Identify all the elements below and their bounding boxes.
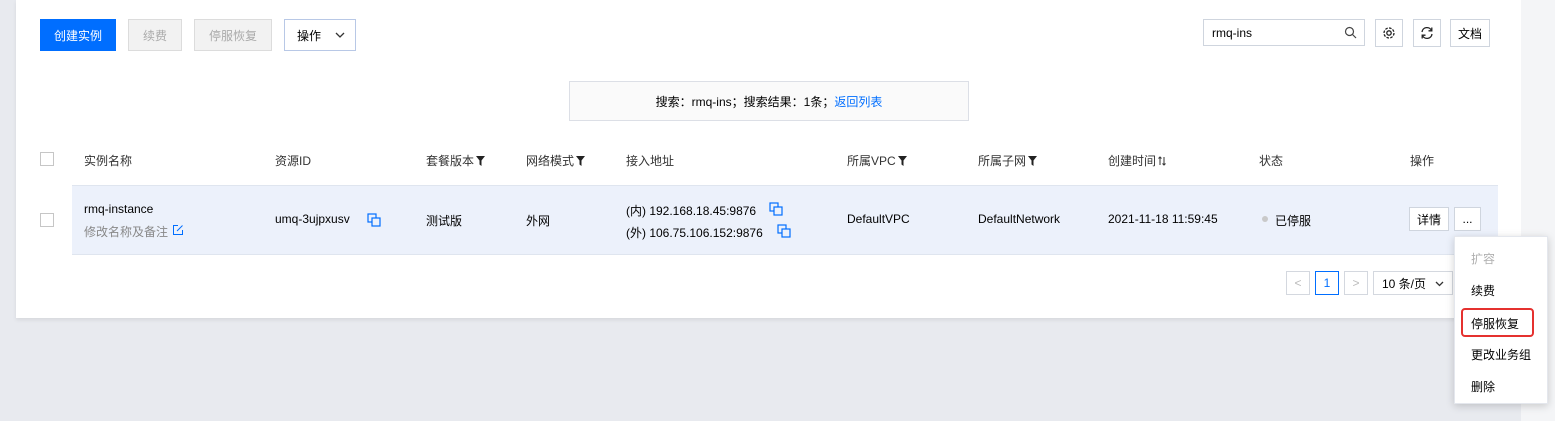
package-version: 测试版 — [426, 214, 463, 228]
menu-item-scale-up: 扩容 — [1471, 252, 1496, 266]
edit-note-link[interactable]: 修改名称及备注 — [84, 223, 168, 240]
search-icon[interactable] — [1344, 26, 1357, 39]
search-result-banner: 搜索：rmq-ins；搜索结果：1条； 返回列表 — [569, 81, 969, 121]
header-status: 状态 — [1259, 154, 1284, 168]
external-address: (外) 106.75.106.152:9876 — [626, 226, 763, 240]
filter-icon[interactable] — [897, 155, 907, 166]
internal-address: (内) 192.168.18.45:9876 — [626, 204, 757, 218]
search-input[interactable]: rmq-ins — [1203, 19, 1365, 46]
more-actions-button[interactable]: ... — [1454, 207, 1481, 231]
back-to-list-link[interactable]: 返回列表 — [834, 93, 882, 110]
docs-button[interactable]: 文档 — [1450, 19, 1490, 47]
header-subnet[interactable]: 所属子网 — [978, 152, 1038, 169]
refresh-icon — [1421, 26, 1433, 40]
chevron-down-icon — [1435, 281, 1444, 287]
refresh-button[interactable] — [1413, 19, 1441, 47]
copy-icon[interactable] — [367, 213, 381, 227]
edit-icon[interactable] — [172, 224, 184, 236]
next-page-button[interactable]: > — [1344, 271, 1368, 295]
header-package[interactable]: 套餐版本 — [426, 152, 486, 169]
chevron-down-icon — [335, 32, 345, 38]
header-created-time[interactable]: 创建时间 — [1108, 152, 1166, 169]
operations-dropdown[interactable]: 操作 — [284, 19, 356, 51]
menu-item-renew[interactable]: 续费 — [1471, 282, 1495, 299]
page-size-value: 10 条/页 — [1382, 276, 1427, 291]
menu-item-change-business-group[interactable]: 更改业务组 — [1471, 346, 1531, 363]
highlight-annotation — [1461, 308, 1534, 337]
row-checkbox[interactable] — [40, 213, 54, 227]
prev-page-button[interactable]: < — [1286, 271, 1310, 295]
header-network-mode[interactable]: 网络模式 — [526, 152, 586, 169]
header-access-address: 接入地址 — [626, 154, 675, 168]
header-vpc[interactable]: 所属VPC — [847, 152, 907, 169]
instance-name: rmq-instance — [84, 202, 154, 216]
status-dot — [1262, 216, 1268, 222]
sort-icon[interactable] — [1158, 155, 1166, 166]
page-1-button[interactable]: 1 — [1315, 271, 1339, 295]
page-size-select[interactable]: 10 条/页 — [1373, 271, 1453, 295]
header-actions: 操作 — [1410, 154, 1435, 168]
copy-icon[interactable] — [769, 202, 783, 216]
create-instance-button[interactable]: 创建实例 — [40, 19, 116, 51]
network-mode: 外网 — [526, 214, 551, 228]
settings-button[interactable] — [1375, 19, 1403, 47]
search-result-text: 搜索：rmq-ins；搜索结果：1条； — [655, 94, 835, 109]
header-instance-name: 实例名称 — [84, 154, 133, 168]
header-resource-id: 资源ID — [275, 154, 312, 168]
filter-icon[interactable] — [1028, 155, 1038, 166]
created-time: 2021-11-18 11:59:45 — [1108, 212, 1218, 226]
renew-button[interactable]: 续费 — [128, 19, 182, 51]
copy-icon[interactable] — [777, 224, 791, 238]
gear-icon — [1383, 27, 1395, 39]
operations-label: 操作 — [297, 28, 322, 43]
vpc-value: DefaultVPC — [847, 212, 910, 226]
detail-button[interactable]: 详情 — [1409, 207, 1449, 231]
subnet-value: DefaultNetwork — [978, 212, 1061, 226]
select-all-checkbox[interactable] — [40, 152, 54, 166]
search-input-value: rmq-ins — [1212, 25, 1253, 40]
resume-service-button[interactable]: 停服恢复 — [194, 19, 272, 51]
filter-icon[interactable] — [476, 155, 486, 166]
filter-icon[interactable] — [576, 155, 586, 166]
status-badge: 已停服 — [1275, 214, 1312, 228]
menu-item-delete[interactable]: 删除 — [1471, 378, 1495, 395]
resource-id: umq-3ujpxusv — [275, 212, 350, 226]
